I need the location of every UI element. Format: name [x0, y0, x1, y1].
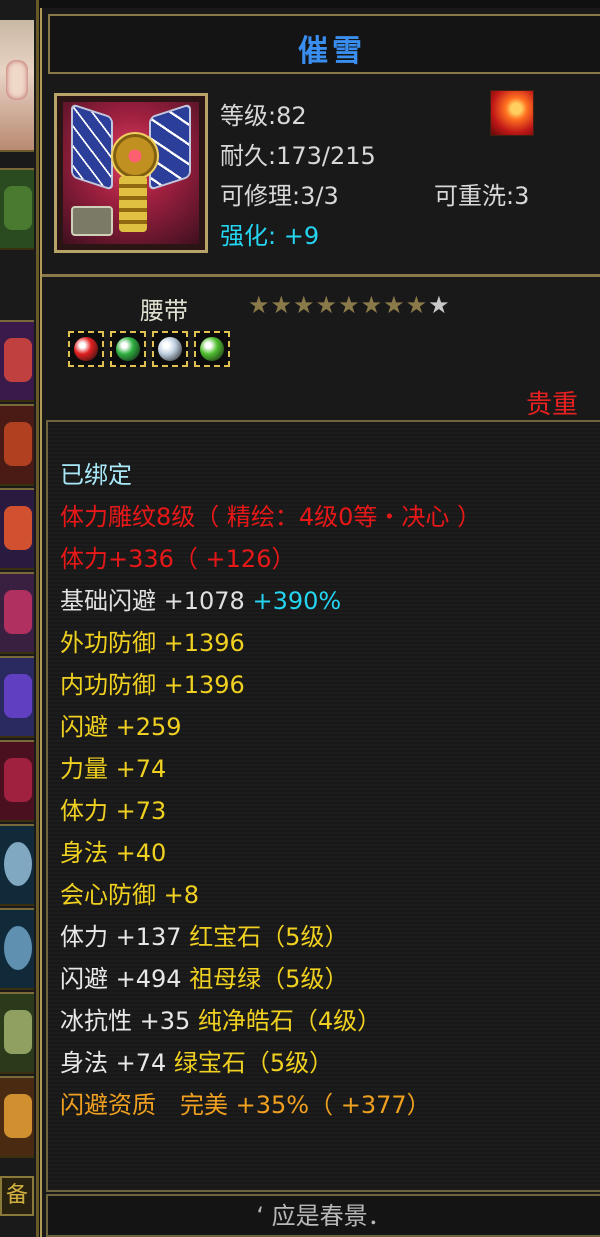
- stat-text: 内功防御 +1396: [60, 671, 245, 699]
- stat-line: 内功防御 +1396: [60, 664, 481, 706]
- green-gem-icon: [200, 337, 224, 361]
- stat-text: 身法 +40: [60, 839, 167, 867]
- stat-text: 闪避资质: [60, 1091, 156, 1119]
- equip-slot-necklace[interactable]: [0, 908, 34, 990]
- item-tooltip: 催雪 等级:82 耐久:173/215 可修理:3/3 可重洗:3 强化: +9…: [40, 8, 600, 1237]
- star-filled-icon: ★: [383, 291, 406, 319]
- refine-label: 强化:: [220, 222, 277, 250]
- rarity-label: 贵重: [525, 390, 578, 420]
- stat-text: 闪避 +494: [60, 965, 190, 993]
- stats-box: 已绑定体力雕纹8级（ 精绘：4级0等・决心 ） 体力+336（ +126） 基础闪避…: [46, 420, 600, 1192]
- refine-value: +9: [283, 222, 320, 250]
- stat-line: 体力雕纹8级（ 精绘：4级0等・决心 ）: [60, 496, 481, 538]
- item-rewash: 可重洗:3: [434, 182, 530, 210]
- pure-white-stone-icon: [158, 337, 182, 361]
- star-filled-icon: ★: [315, 291, 339, 319]
- star-filled-icon: ★: [338, 291, 361, 319]
- stat-line: 冰抗性 +35 纯净皓石（4级）: [60, 1000, 481, 1042]
- stat-line: 已绑定: [60, 454, 481, 496]
- equip-slot-cloak[interactable]: [0, 572, 34, 654]
- stat-line: 体力 +137 红宝石（5级）: [60, 916, 481, 958]
- stat-text: 绿宝石（5级）: [173, 1049, 334, 1077]
- stats-list: 已绑定体力雕纹8级（ 精绘：4级0等・决心 ） 体力+336（ +126） 基础闪避…: [60, 454, 481, 1126]
- item-type: 腰带: [140, 297, 188, 325]
- stat-line: 闪避 +259: [60, 706, 481, 748]
- star-filled-icon: ★: [270, 291, 294, 319]
- stat-line: 基础闪避 +1078 +390%: [60, 580, 481, 622]
- item-repair: 可修理:3/3: [220, 182, 339, 210]
- star-rating: ★★★★★★★★★: [248, 291, 451, 319]
- stat-text: 体力+336（ +126）: [60, 545, 296, 573]
- stat-text: 冰抗性 +35: [60, 1007, 198, 1035]
- stat-text: 体力 +137: [60, 923, 190, 951]
- stat-text: +35%（ +377）: [235, 1091, 431, 1119]
- divider: [42, 274, 600, 277]
- stat-line: 会心防御 +8: [60, 874, 481, 916]
- star-filled-icon: ★: [293, 291, 316, 319]
- equip-slot-boots[interactable]: [0, 740, 34, 822]
- equip-slot-amulet[interactable]: [0, 1076, 34, 1158]
- stat-text: +390%: [252, 587, 342, 615]
- stat-line: 闪避 +494 祖母绿（5级）: [60, 958, 481, 1000]
- equip-slot-weapon[interactable]: [0, 320, 34, 402]
- stat-text: 祖母绿（5级）: [189, 965, 349, 993]
- stat-text: 体力雕纹8级（ 精绘：4级0等・决心 ）: [60, 503, 482, 531]
- stat-text: 红宝石（5级）: [189, 923, 349, 951]
- equip-slot-belt[interactable]: [0, 656, 34, 738]
- item-flavor-text: ‘ 应是春景．: [46, 1194, 600, 1237]
- item-icon: [54, 93, 208, 253]
- equip-slot-ring[interactable]: [0, 824, 34, 906]
- star-filled-icon: ★: [360, 291, 384, 319]
- stat-text: 力量 +74: [60, 755, 167, 783]
- stat-line: 体力 +73: [60, 790, 481, 832]
- stat-line: 外功防御 +1396: [60, 622, 481, 664]
- stat-line: 身法 +74 绿宝石（5级）: [60, 1042, 481, 1084]
- equip-slot-helm[interactable]: [0, 168, 34, 250]
- equipment-tab[interactable]: 备: [0, 1176, 34, 1216]
- stat-text: 闪避 +259: [60, 713, 182, 741]
- item-durability: 耐久:173/215: [220, 142, 376, 170]
- flame-icon: [490, 90, 534, 136]
- equip-slot-shoulder[interactable]: [0, 488, 34, 570]
- item-name: 催雪: [298, 34, 366, 69]
- stat-text: 基础闪避 +1078: [60, 587, 253, 615]
- stat-text: 外功防御 +1396: [60, 629, 245, 657]
- equip-slot-mask[interactable]: [0, 992, 34, 1074]
- stat-text: 体力 +73: [60, 797, 167, 825]
- equipment-sidebar: 备: [0, 0, 39, 1237]
- stat-line: 身法 +40: [60, 832, 481, 874]
- equipment-slot-icon: [71, 206, 113, 236]
- stat-line: 体力+336（ +126）: [60, 538, 481, 580]
- gem-sockets: [68, 331, 236, 371]
- character-portrait[interactable]: [0, 20, 34, 152]
- star-filled-icon: ★: [405, 291, 429, 319]
- gem-socket[interactable]: [152, 331, 188, 367]
- gem-socket[interactable]: [194, 331, 230, 367]
- emerald-gem-icon: [116, 337, 140, 361]
- stat-text: 会心防御 +8: [60, 881, 200, 909]
- star-empty-icon: ★: [428, 291, 451, 319]
- item-refine: 强化: +9: [220, 216, 319, 251]
- stat-line: 闪避资质 完美 +35%（ +377）: [60, 1084, 481, 1126]
- gem-socket[interactable]: [110, 331, 146, 367]
- item-level: 等级:82: [220, 102, 307, 130]
- stat-text: 纯净皓石（4级）: [197, 1007, 382, 1035]
- stat-text: 已绑定: [60, 461, 132, 489]
- stat-text: 身法 +74: [60, 1049, 174, 1077]
- star-filled-icon: ★: [248, 291, 271, 319]
- gem-socket[interactable]: [68, 331, 104, 367]
- stat-text: 完美: [156, 1091, 236, 1119]
- stat-line: 力量 +74: [60, 748, 481, 790]
- ruby-gem-icon: [74, 337, 98, 361]
- equip-slot-chest[interactable]: [0, 404, 34, 486]
- belt-icon: [63, 102, 199, 244]
